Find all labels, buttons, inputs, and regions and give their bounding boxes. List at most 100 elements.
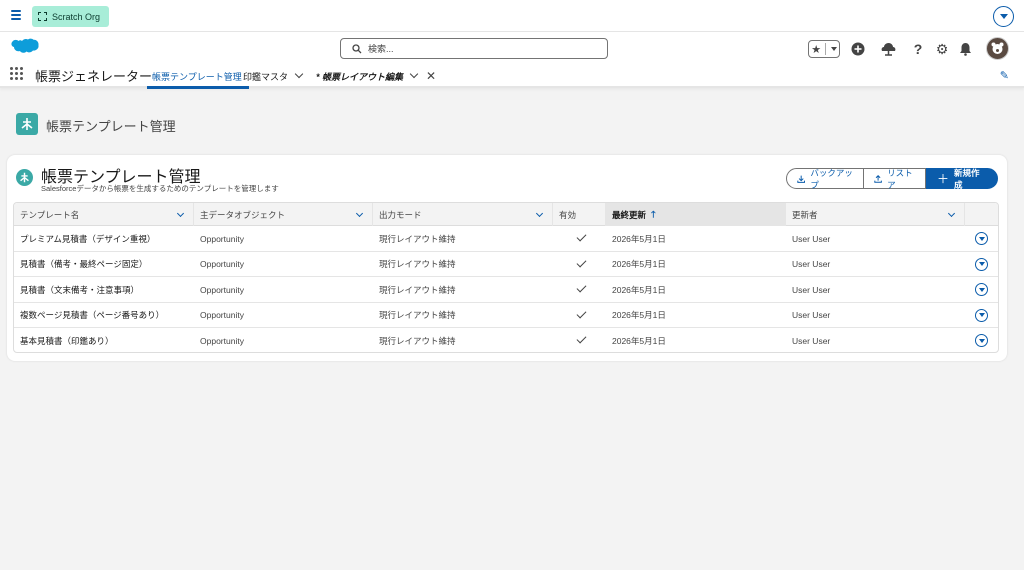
- org-label: Scratch Org: [52, 11, 101, 22]
- row-action-menu-button[interactable]: [975, 283, 988, 296]
- column-label: 有効: [559, 209, 577, 220]
- restore-label: リストア: [887, 167, 913, 190]
- cell-updated-by: User User: [792, 284, 831, 295]
- checkmark-icon: [576, 333, 587, 344]
- cell-updated-by: User User: [792, 335, 831, 346]
- restore-button[interactable]: リストア: [864, 167, 926, 190]
- favorites-button[interactable]: ★: [808, 40, 840, 58]
- notifications-bell-icon[interactable]: [957, 41, 973, 57]
- salesforce-logo[interactable]: [10, 38, 39, 58]
- cell-last-updated: 2026年5月1日: [612, 284, 666, 295]
- chevron-down-icon: [978, 287, 985, 292]
- table-row[interactable]: 見積書（備考・最終ページ固定） Opportunity 現行レイアウト維持 20…: [14, 252, 998, 277]
- card-subtitle: Salesforceデータから帳票を生成するためのテンプレートを管理します: [41, 184, 279, 193]
- org-icon: [38, 12, 47, 21]
- cell-output-mode: 現行レイアウト維持: [379, 335, 456, 346]
- download-icon: [797, 175, 806, 183]
- cell-output-mode: 現行レイアウト維持: [379, 259, 456, 269]
- tab-label: * 帳票レイアウト編集: [316, 71, 404, 82]
- utility-bar: [0, 0, 1024, 32]
- utility-dropdown-button[interactable]: [993, 6, 1014, 27]
- global-actions-add-icon[interactable]: [850, 41, 866, 57]
- column-header-last-updated[interactable]: 最終更新 🡑: [606, 203, 786, 226]
- chevron-down-icon[interactable]: [355, 209, 364, 218]
- cell-template-name[interactable]: 複数ページ見積書（ページ番号あり）: [14, 303, 164, 328]
- user-avatar[interactable]: [986, 37, 1009, 60]
- column-header-updated-by[interactable]: 更新者: [786, 203, 965, 226]
- chevron-down-icon[interactable]: [409, 69, 419, 79]
- cell-output-mode: 現行レイアウト維持: [379, 284, 456, 295]
- table-row[interactable]: 見積書（文末備考・注意事項） Opportunity 現行レイアウト維持 202…: [14, 277, 998, 303]
- cell-template-name[interactable]: 見積書（文末備考・注意事項）: [14, 277, 139, 302]
- column-label: 出力モード: [379, 209, 422, 220]
- chevron-down-icon: [978, 262, 985, 266]
- column-header-template-name[interactable]: テンプレート名: [14, 203, 194, 226]
- column-header-active[interactable]: 有効: [553, 203, 606, 226]
- cell-object: Opportunity: [200, 233, 244, 244]
- checkmark-icon: [576, 308, 587, 318]
- scratch-org-badge[interactable]: Scratch Org: [32, 6, 109, 27]
- row-action-menu-button[interactable]: [975, 334, 988, 347]
- backup-label: バックアップ: [810, 167, 853, 190]
- chevron-down-icon[interactable]: [294, 69, 304, 79]
- star-icon: ★: [811, 43, 822, 56]
- help-icon[interactable]: ?: [910, 41, 926, 57]
- close-icon[interactable]: ✕: [426, 69, 436, 83]
- card-button-group: バックアップ リストア ＋ 新規作成: [786, 167, 998, 190]
- settings-gear-icon[interactable]: ⚙: [934, 41, 950, 57]
- chevron-down-icon[interactable]: [176, 209, 185, 218]
- row-action-menu-button[interactable]: [975, 257, 988, 271]
- tab-template-management[interactable]: 帳票テンプレート管理: [147, 69, 249, 89]
- backup-button[interactable]: バックアップ: [786, 167, 864, 190]
- column-header-object[interactable]: 主データオブジェクト: [194, 203, 373, 226]
- tab-label: 印鑑マスタ: [243, 71, 289, 82]
- row-action-menu-button[interactable]: [975, 232, 988, 245]
- cell-object: Opportunity: [200, 310, 244, 320]
- column-label: 主データオブジェクト: [200, 209, 286, 220]
- app-launcher-icon[interactable]: [10, 67, 23, 80]
- favorites-menu-icon: [830, 47, 837, 51]
- chevron-down-icon[interactable]: [947, 209, 956, 218]
- table-row[interactable]: 複数ページ見積書（ページ番号あり） Opportunity 現行レイアウト維持 …: [14, 303, 998, 328]
- tab-layout-edit[interactable]: * 帳票レイアウト編集 ✕: [316, 69, 436, 83]
- cell-updated-by: User User: [792, 233, 831, 244]
- cell-object: Opportunity: [200, 259, 244, 269]
- cell-template-name[interactable]: 基本見積書（印鑑あり）: [14, 328, 114, 352]
- checkmark-icon: [576, 282, 587, 293]
- sort-ascending-icon: 🡑: [651, 208, 656, 219]
- search-icon: [352, 43, 362, 53]
- new-button[interactable]: ＋ 新規作成: [926, 168, 998, 190]
- table-row[interactable]: プレミアム見積書（デザイン重視） Opportunity 現行レイアウト維持 2…: [14, 226, 998, 252]
- table-row[interactable]: 基本見積書（印鑑あり） Opportunity 現行レイアウト維持 2026年5…: [14, 328, 998, 352]
- chevron-down-icon: [978, 338, 985, 343]
- chevron-down-icon: [999, 14, 1008, 19]
- checkmark-icon: [576, 231, 587, 242]
- cell-output-mode: 現行レイアウト維持: [379, 310, 456, 320]
- column-label: 最終更新: [612, 209, 647, 220]
- column-label: テンプレート名: [20, 209, 80, 220]
- tab-label: 帳票テンプレート管理: [152, 71, 242, 82]
- template-table: テンプレート名 主データオブジェクト 出力モード 有効 最終更新 🡑 更新者 プ…: [13, 202, 999, 353]
- cell-object: Opportunity: [200, 284, 244, 295]
- template-app-icon: [16, 113, 38, 135]
- global-search-input[interactable]: 検索...: [340, 38, 608, 59]
- table-header: テンプレート名 主データオブジェクト 出力モード 有効 最終更新 🡑 更新者: [14, 203, 998, 226]
- cell-last-updated: 2026年5月1日: [612, 310, 666, 320]
- hamburger-menu-icon[interactable]: [11, 10, 21, 20]
- row-action-menu-button[interactable]: [975, 308, 988, 322]
- add-icon: ＋: [937, 172, 950, 186]
- trailhead-icon[interactable]: [880, 41, 896, 57]
- checkmark-icon: [576, 257, 587, 267]
- chevron-down-icon[interactable]: [535, 209, 544, 218]
- chevron-down-icon: [978, 313, 985, 317]
- column-header-output-mode[interactable]: 出力モード: [373, 203, 553, 226]
- app-name: 帳票ジェネレーター: [35, 69, 153, 84]
- cell-last-updated: 2026年5月1日: [612, 259, 666, 269]
- tab-seal-master[interactable]: 印鑑マスタ: [243, 69, 304, 83]
- page-title: 帳票テンプレート管理: [46, 119, 176, 134]
- cell-template-name[interactable]: 見積書（備考・最終ページ固定）: [14, 252, 147, 277]
- cell-last-updated: 2026年5月1日: [612, 335, 666, 346]
- cell-template-name[interactable]: プレミアム見積書（デザイン重視）: [14, 226, 155, 251]
- chevron-down-icon: [978, 236, 985, 241]
- edit-nav-pencil-icon[interactable]: ✎: [1000, 69, 1009, 82]
